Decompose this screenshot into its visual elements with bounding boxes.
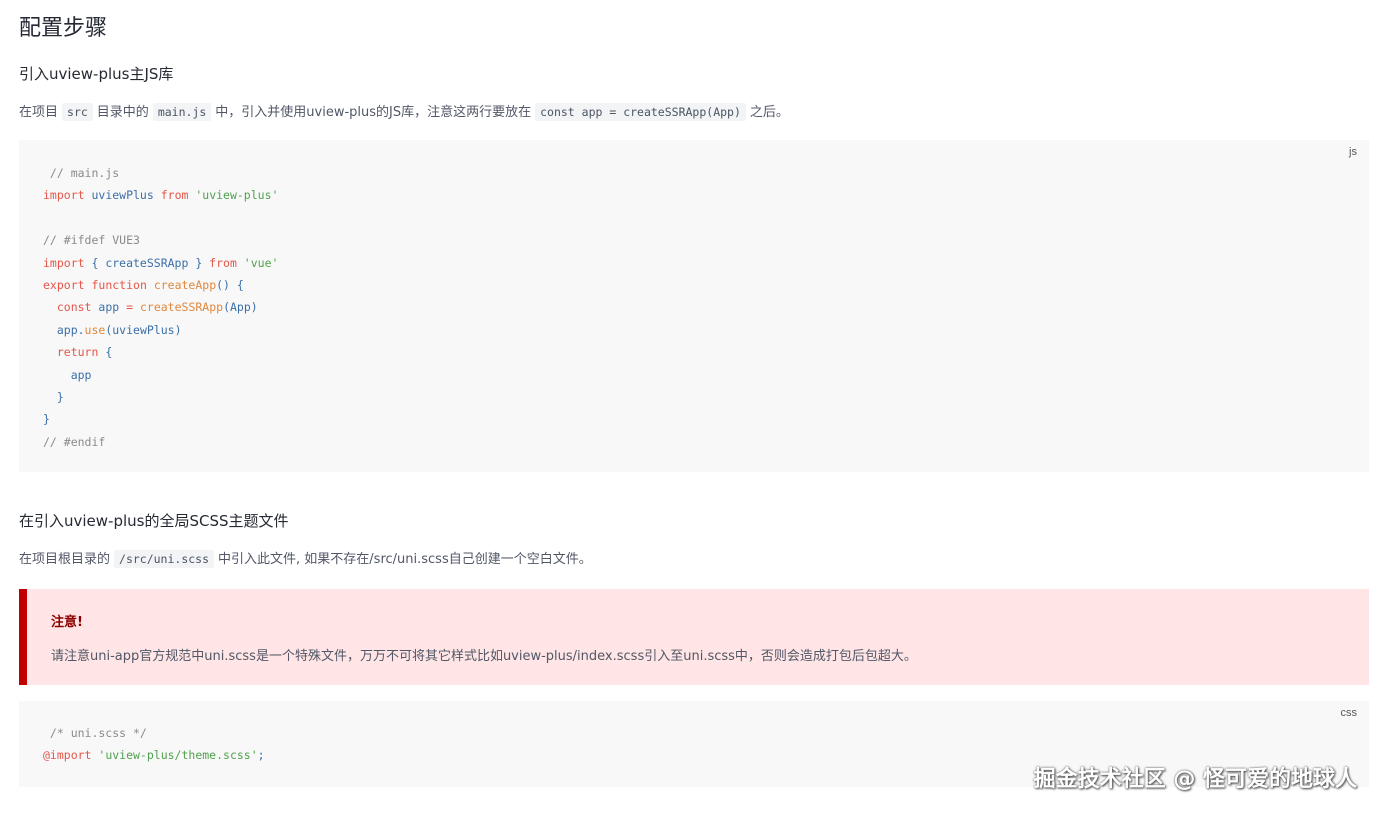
code-token: 'vue' xyxy=(236,255,279,270)
code-token: app xyxy=(91,300,127,315)
desc-text: 目录中的 xyxy=(96,105,149,120)
code-token: 'uview-plus' xyxy=(188,188,279,203)
code-token: @import xyxy=(43,748,92,763)
desc-text: 之后。 xyxy=(749,105,789,120)
section-title-scss: 在引入uview-plus的全局SCSS主题文件 xyxy=(19,512,289,530)
page-heading: 配置步骤 xyxy=(19,16,108,41)
code-token: (App) xyxy=(223,300,258,315)
code-line: return { xyxy=(43,341,278,363)
code-token: } xyxy=(43,412,50,427)
code-lines: // main.js import uviewPlus from 'uview-p… xyxy=(43,162,278,453)
code-line: const app = createSSRApp(App) xyxy=(43,296,278,318)
inline-code: const app = createSSRApp(App) xyxy=(535,103,746,121)
code-token: createSSRApp xyxy=(139,300,224,315)
code-line: // #ifdef VUE3 xyxy=(43,229,278,251)
code-token: ; xyxy=(257,748,265,763)
section-description-js: 在项目 src 目录中的 main.js 中，引入并使用uview-plus的JS库，注… xyxy=(19,101,789,124)
warning-callout: 注意! 请注意uni-app官方规范中uni.scss是一个特殊文件，万万不可将… xyxy=(19,589,1369,685)
code-line: import { createSSRApp } from 'vue' xyxy=(43,252,278,274)
code-token: (uviewPlus) xyxy=(105,322,182,337)
warning-title: 注意! xyxy=(51,615,83,630)
code-token: createApp xyxy=(153,277,217,292)
watermark: 掘金技术社区 @ 怪可爱的地球人 xyxy=(1033,767,1357,792)
desc-text: 在项目 xyxy=(19,105,59,120)
code-line: // main.js xyxy=(43,162,278,184)
code-token: function xyxy=(91,277,147,292)
code-token: use xyxy=(84,322,106,337)
code-line: export function createApp() { xyxy=(43,274,278,296)
code-token: return xyxy=(56,345,99,360)
code-token: // #endif xyxy=(43,434,106,449)
code-token: export xyxy=(43,277,85,292)
code-line: @import 'uview-plus/theme.scss'; xyxy=(43,744,265,766)
code-token: import xyxy=(43,188,85,203)
code-lines: /* uni.scss */ @import 'uview-plus/theme.… xyxy=(43,722,265,767)
code-line: import uviewPlus from 'uview-plus' xyxy=(43,184,278,206)
code-token: } xyxy=(43,389,64,404)
code-token: /* uni.scss */ xyxy=(43,726,147,740)
code-token: const xyxy=(56,300,92,315)
code-token: import xyxy=(43,255,85,270)
code-token: // main.js xyxy=(43,166,120,180)
inline-code: src xyxy=(62,103,93,121)
desc-text: 在项目根目录的 xyxy=(19,552,111,567)
desc-text: 中引入此文件, 如果不存在/src/uni.scss自己创建一个空白文件。 xyxy=(218,552,592,567)
code-token: from xyxy=(209,255,237,270)
code-line: } xyxy=(43,386,278,408)
code-language-label: js xyxy=(1349,146,1357,158)
code-language-label: css xyxy=(1340,707,1358,719)
code-token: { createSSRApp } xyxy=(84,255,210,270)
section-title-js: 引入uview-plus主JS库 xyxy=(19,65,174,83)
warning-text: 请注意uni-app官方规范中uni.scss是一个特殊文件，万万不可将其它样式… xyxy=(51,649,917,664)
article: 配置步骤 引入uview-plus主JS库 在项目 src 目录中的 main.js 中… xyxy=(0,0,1380,814)
code-line: app xyxy=(43,364,278,386)
code-token: app xyxy=(43,367,92,382)
code-block-js: js // main.js import uviewPlus from 'uvie… xyxy=(19,140,1369,472)
code-token: 'uview-plus/theme.scss' xyxy=(91,748,258,763)
code-token: { xyxy=(98,345,113,360)
inline-code: main.js xyxy=(152,103,212,121)
desc-text: 中，引入并使用uview-plus的JS库，注意这两行要放在 xyxy=(215,105,532,120)
code-line: app.use(uviewPlus) xyxy=(43,319,278,341)
section-description-scss: 在项目根目录的/src/uni.scss 中引入此文件, 如果不存在/src/un… xyxy=(19,548,592,571)
code-line: /* uni.scss */ xyxy=(43,722,265,744)
code-token: = xyxy=(126,300,134,315)
inline-code: /src/uni.scss xyxy=(114,550,215,568)
code-token: uviewPlus xyxy=(84,188,161,203)
code-token: app. xyxy=(43,322,85,337)
code-line: // #endif xyxy=(43,431,278,453)
code-token: from xyxy=(160,188,189,203)
code-token: // #ifdef VUE3 xyxy=(43,233,140,248)
code-token: () { xyxy=(216,277,244,292)
code-line: } xyxy=(43,408,278,430)
